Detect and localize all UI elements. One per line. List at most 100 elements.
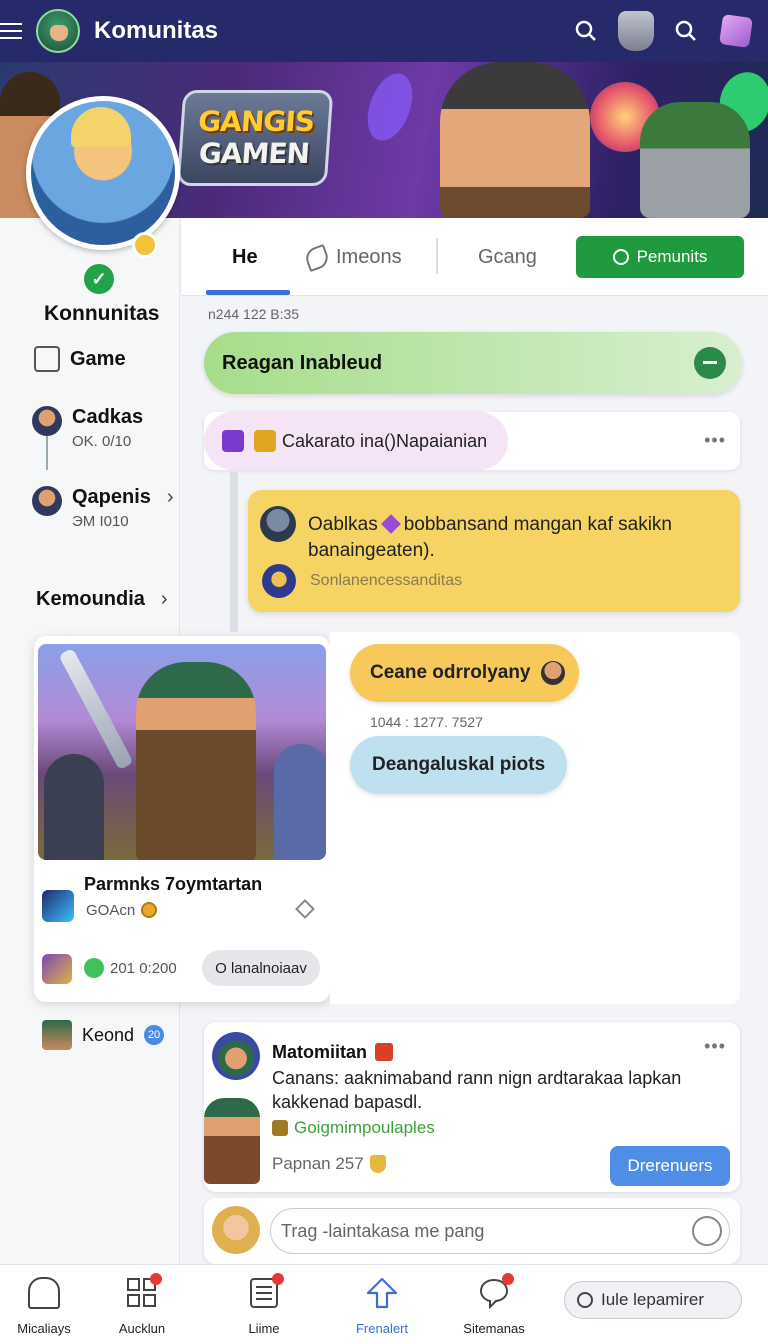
reply-card[interactable]: Oablkas bobbansand mangan kaf sakikn bana… <box>248 490 740 612</box>
search-icon[interactable] <box>666 11 706 51</box>
character-figure <box>204 1098 260 1184</box>
top-bar: Komunitas <box>0 0 768 62</box>
chevron-right-icon: › <box>160 588 168 610</box>
game-logo: GANGIS GAMEN <box>176 90 334 186</box>
chevron-right-icon: › <box>166 486 174 508</box>
chat-icon <box>478 1273 514 1310</box>
search-icon <box>577 1292 593 1308</box>
chat-bubble[interactable]: Deangaluskal piots <box>350 736 568 794</box>
avatar <box>212 1206 260 1254</box>
featured-sub: GOAcn <box>86 902 158 919</box>
tab-gcang[interactable]: Gcang <box>478 246 537 269</box>
lightning-icon <box>222 430 244 452</box>
message-input[interactable] <box>270 1208 730 1254</box>
art-figure <box>274 744 326 860</box>
tab-imeons[interactable]: Imeons <box>302 243 402 272</box>
post-card[interactable]: Matomiitan ••• Canans: aaknimaband rann … <box>204 1022 740 1192</box>
nav-micaliays[interactable]: Micaliays <box>0 1277 88 1336</box>
featured-game-card[interactable]: Parmnks 7oymtartan GOAcn 201 0:200 O lan… <box>34 636 330 1002</box>
red-gem-icon <box>375 1043 394 1061</box>
purple-gem-icon <box>380 514 401 534</box>
sidebar-item-game[interactable]: Game <box>34 346 126 372</box>
power-icon <box>612 249 629 265</box>
shield-icon <box>369 1155 386 1173</box>
sword-icon <box>272 1120 288 1136</box>
nav-aucklun[interactable]: Aucklun <box>98 1273 186 1336</box>
guild-icon <box>42 954 72 984</box>
thread-connector <box>230 472 238 632</box>
nav-frenalert[interactable]: Frenalert <box>338 1277 426 1336</box>
avatar <box>260 506 296 542</box>
permissions-button[interactable]: Pemunits <box>576 236 744 278</box>
guild-avatar[interactable] <box>36 9 80 53</box>
featured-action-button[interactable]: O lanalnoiaav <box>202 950 320 986</box>
mask-icon[interactable] <box>616 11 656 51</box>
knight-graphic <box>136 662 256 860</box>
composer <box>204 1198 740 1264</box>
post-link[interactable]: Goigmimpoulaples <box>272 1118 435 1138</box>
list-icon <box>248 1273 284 1309</box>
count-badge: 20 <box>144 1025 165 1045</box>
post-action-button[interactable]: Drerenuers <box>610 1146 730 1186</box>
chat-timestamp: 1044 : 1277. 7527 <box>370 714 483 730</box>
leaf-icon <box>302 243 332 272</box>
chat-bubble[interactable]: Ceane odrrolyany <box>350 644 579 702</box>
post-meta: Papnan 257 <box>272 1154 386 1174</box>
featured-artwork <box>38 644 326 860</box>
reply-text: Oablkas bobbansand mangan kaf sakikn bana… <box>308 514 673 561</box>
emoji-icon[interactable] <box>692 1216 722 1246</box>
crystal-icon <box>359 67 421 147</box>
pinned-post[interactable]: Reagan Inableud <box>204 332 742 394</box>
tab-bar: He Imeons Gcang Pemunits <box>182 218 768 296</box>
guild-emblem-icon <box>262 564 296 598</box>
art-figure <box>44 754 104 860</box>
banner-hero-center <box>440 62 590 218</box>
featured-count: 201 0:200 <box>110 960 177 977</box>
avatar <box>540 661 565 685</box>
game-icon <box>42 890 74 922</box>
notification-dot <box>502 1273 514 1285</box>
window-icon <box>34 346 60 372</box>
post-body: Canans: aaknimaband rann nign ardtarakaa… <box>272 1068 682 1112</box>
friend-item-keond[interactable]: Keond 20 <box>42 1020 165 1050</box>
avatar[interactable] <box>212 1032 260 1080</box>
notification-dot <box>150 1273 162 1285</box>
cube-icon[interactable] <box>716 11 756 51</box>
sidebar-item-qapenis[interactable]: Qapenis ЭМ I010 › <box>32 486 174 530</box>
more-options-icon[interactable]: ••• <box>704 430 726 451</box>
thread-connector <box>46 436 48 470</box>
menu-icon[interactable] <box>0 0 30 62</box>
search-icon[interactable] <box>566 11 606 51</box>
banner-hero-right <box>640 102 750 218</box>
avatar <box>42 1020 72 1050</box>
app-title: Komunitas <box>94 17 219 44</box>
gold-badge-icon <box>132 232 158 258</box>
bottom-nav: Micaliays Aucklun Liime Frenalert Sitema… <box>0 1264 768 1344</box>
chest-icon <box>254 430 276 452</box>
sword-graphic <box>58 647 134 771</box>
more-options-icon[interactable]: ••• <box>704 1036 726 1057</box>
collapse-icon[interactable] <box>694 347 726 379</box>
tab-he[interactable]: He <box>232 246 258 269</box>
notification-dot <box>272 1273 284 1285</box>
nav-sitemanas[interactable]: Sitemanas <box>450 1273 538 1336</box>
reply-sub: Sonlanencessanditas <box>310 572 463 589</box>
sidebar-item-cadkas[interactable]: Cadkas OK. 0/10 <box>32 406 143 450</box>
nav-liime[interactable]: Liime <box>220 1273 308 1336</box>
nav-search-field[interactable]: Iule lepamirer <box>564 1281 742 1319</box>
sidebar-section-kemoundia[interactable]: Kemoundia › <box>36 588 168 611</box>
notice-card[interactable]: Cakarato ina()Napaianian ••• <box>204 412 740 470</box>
profile-name: Konnunitas <box>44 302 160 325</box>
avatar <box>32 486 62 516</box>
coin-icon <box>141 902 158 918</box>
post-author: Matomiitan <box>272 1042 394 1063</box>
avatar <box>32 406 62 436</box>
home-icon <box>28 1277 60 1309</box>
profile-avatar[interactable] <box>26 96 180 250</box>
divider <box>436 238 438 274</box>
feed-timestamp: n244 122 B:35 <box>208 306 300 322</box>
verified-check-icon: ✓ <box>84 264 114 294</box>
arrow-up-icon <box>366 1277 398 1309</box>
diamond-icon[interactable] <box>295 899 315 919</box>
grid-icon <box>126 1273 162 1309</box>
